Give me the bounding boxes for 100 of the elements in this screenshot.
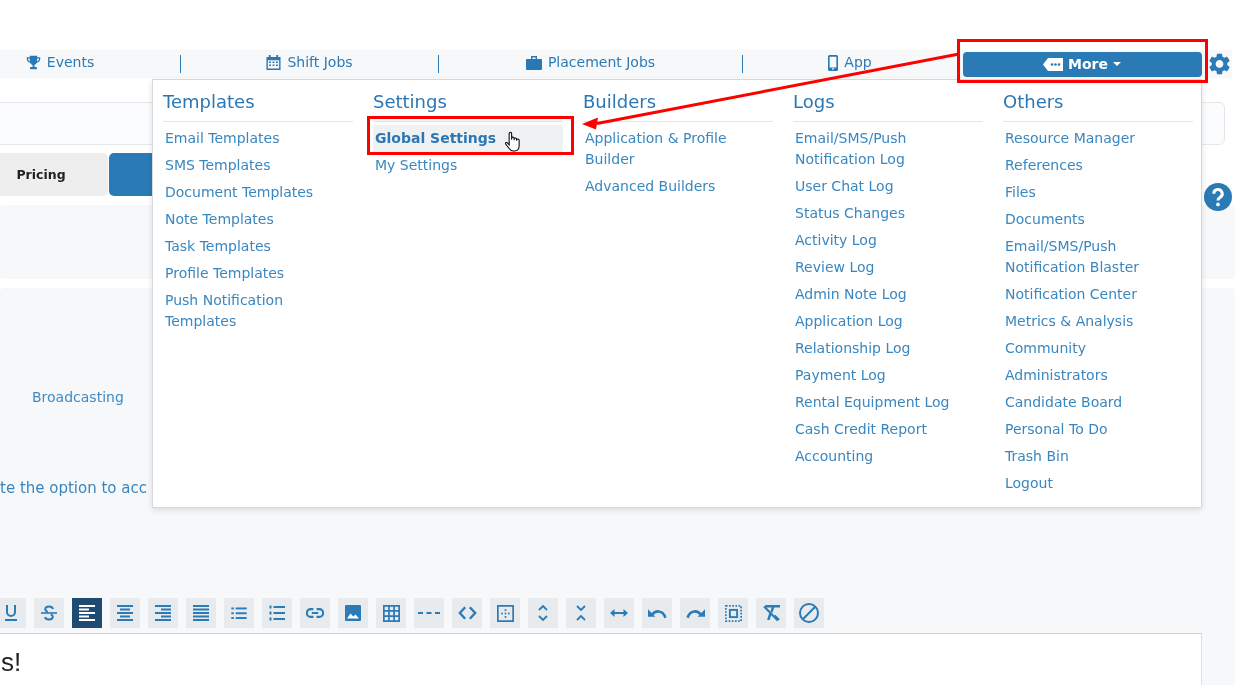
phone-icon: [828, 54, 839, 71]
link-icon: [306, 608, 324, 618]
menu-link[interactable]: Document Templates: [163, 182, 353, 206]
column-heading: Logs: [793, 91, 983, 122]
nav-link[interactable]: Placement Jobs: [525, 54, 656, 74]
menu-link[interactable]: Rental Equipment Log: [793, 392, 983, 416]
menu-link[interactable]: Note Templates: [163, 209, 353, 233]
redo-icon: [685, 607, 705, 619]
menu-link[interactable]: Email Templates: [163, 128, 353, 152]
link-button[interactable]: [300, 598, 330, 628]
collapse-button[interactable]: [566, 598, 596, 628]
table-button[interactable]: [376, 598, 406, 628]
image-icon: [345, 605, 361, 621]
align-right-button[interactable]: [148, 598, 178, 628]
numbered-list-icon: [269, 605, 285, 621]
justify-icon: [193, 605, 209, 621]
menu-link[interactable]: Application Log: [793, 311, 983, 335]
editor-field[interactable]: s!: [0, 634, 1202, 685]
description-text: te the option to acc: [0, 478, 147, 498]
menu-link[interactable]: Activity Log: [793, 230, 983, 254]
nav-link[interactable]: Shift Jobs: [266, 54, 353, 74]
menu-link[interactable]: Cash Credit Report: [793, 419, 983, 443]
column-heading: Others: [1003, 91, 1193, 122]
editor-text: s!: [1, 647, 22, 677]
clear-format-icon: [762, 604, 780, 622]
fullscreen-button[interactable]: [718, 598, 748, 628]
menu-link[interactable]: Task Templates: [163, 236, 353, 260]
stretch-button[interactable]: [604, 598, 634, 628]
circle-slash-icon: [799, 603, 819, 623]
menu-link[interactable]: Global Settings: [373, 125, 563, 152]
menu-link[interactable]: References: [1003, 155, 1193, 179]
briefcase-icon: [525, 55, 542, 70]
menu-link[interactable]: Notification Center: [1003, 284, 1193, 308]
align-center-icon: [117, 605, 133, 621]
underline-icon: [5, 605, 17, 621]
bullet-list-icon: [231, 607, 247, 619]
dotted-frame-icon: [724, 604, 742, 622]
table-icon: [382, 604, 400, 622]
menu-link[interactable]: My Settings: [373, 155, 563, 179]
menu-link[interactable]: Candidate Board: [1003, 392, 1193, 416]
align-center-button[interactable]: [110, 598, 140, 628]
menu-link[interactable]: Push Notification Templates: [163, 290, 353, 335]
horizontal-rule-button[interactable]: [414, 598, 444, 628]
strikethrough-icon: [41, 605, 57, 621]
align-right-icon: [155, 605, 171, 621]
menu-link[interactable]: Application & Profile Builder: [583, 128, 773, 173]
hand-cursor-icon: [505, 131, 521, 152]
expand-button[interactable]: [528, 598, 558, 628]
menu-link[interactable]: Accounting: [793, 446, 983, 470]
image-button[interactable]: [338, 598, 368, 628]
trophy-icon: [25, 55, 41, 70]
menu-link[interactable]: Resource Manager: [1003, 128, 1193, 152]
strikethrough-button[interactable]: [34, 598, 64, 628]
nav-link[interactable]: App: [828, 54, 872, 74]
menu-link[interactable]: Status Changes: [793, 203, 983, 227]
clear-format-button[interactable]: [756, 598, 786, 628]
code-button[interactable]: [452, 598, 482, 628]
undo-button[interactable]: [642, 598, 672, 628]
more-button[interactable]: More: [962, 51, 1202, 77]
menu-link[interactable]: Profile Templates: [163, 263, 353, 287]
menu-link[interactable]: Admin Note Log: [793, 284, 983, 308]
sidebar-link[interactable]: Broadcasting: [32, 387, 124, 407]
menu-link[interactable]: Files: [1003, 182, 1193, 206]
chevrons-together-icon: [576, 605, 586, 621]
menu-link[interactable]: Review Log: [793, 257, 983, 281]
column-heading: Templates: [163, 91, 353, 122]
double-arrow-icon: [610, 609, 628, 617]
tag-icon: [1043, 57, 1063, 71]
bullet-list-button[interactable]: [224, 598, 254, 628]
tab[interactable]: Pricing: [0, 153, 108, 196]
undo-icon: [647, 607, 667, 619]
blocks-button[interactable]: [490, 598, 520, 628]
menu-link[interactable]: User Chat Log: [793, 176, 983, 200]
menu-link[interactable]: Payment Log: [793, 365, 983, 389]
menu-link[interactable]: Advanced Builders: [583, 176, 773, 200]
menu-link[interactable]: Administrators: [1003, 365, 1193, 389]
align-left-button[interactable]: [72, 598, 102, 628]
justify-button[interactable]: [186, 598, 216, 628]
numbered-list-button[interactable]: [262, 598, 292, 628]
menu-link[interactable]: Trash Bin: [1003, 446, 1193, 470]
menu-link[interactable]: Logout: [1003, 473, 1193, 497]
underline-button[interactable]: [0, 598, 26, 628]
redo-button[interactable]: [680, 598, 710, 628]
disable-button[interactable]: [794, 598, 824, 628]
menu-link[interactable]: SMS Templates: [163, 155, 353, 179]
caret-icon: [1112, 62, 1121, 66]
menu-link[interactable]: Documents: [1003, 209, 1193, 233]
calendar-icon: [266, 55, 282, 70]
align-left-icon: [79, 605, 95, 621]
menu-link[interactable]: Metrics & Analysis: [1003, 311, 1193, 335]
menu-link[interactable]: Community: [1003, 338, 1193, 362]
code-icon: [457, 606, 477, 620]
menu-link[interactable]: Email/SMS/Push Notification Log: [793, 128, 983, 173]
menu-link[interactable]: Email/SMS/Push Notification Blaster: [1003, 236, 1193, 281]
help-icon[interactable]: [1204, 183, 1232, 211]
menu-link[interactable]: Relationship Log: [793, 338, 983, 362]
menu-link[interactable]: Personal To Do: [1003, 419, 1193, 443]
chevrons-apart-icon: [538, 605, 548, 621]
settings-icon[interactable]: [1209, 53, 1230, 75]
nav-link[interactable]: Events: [25, 54, 95, 74]
